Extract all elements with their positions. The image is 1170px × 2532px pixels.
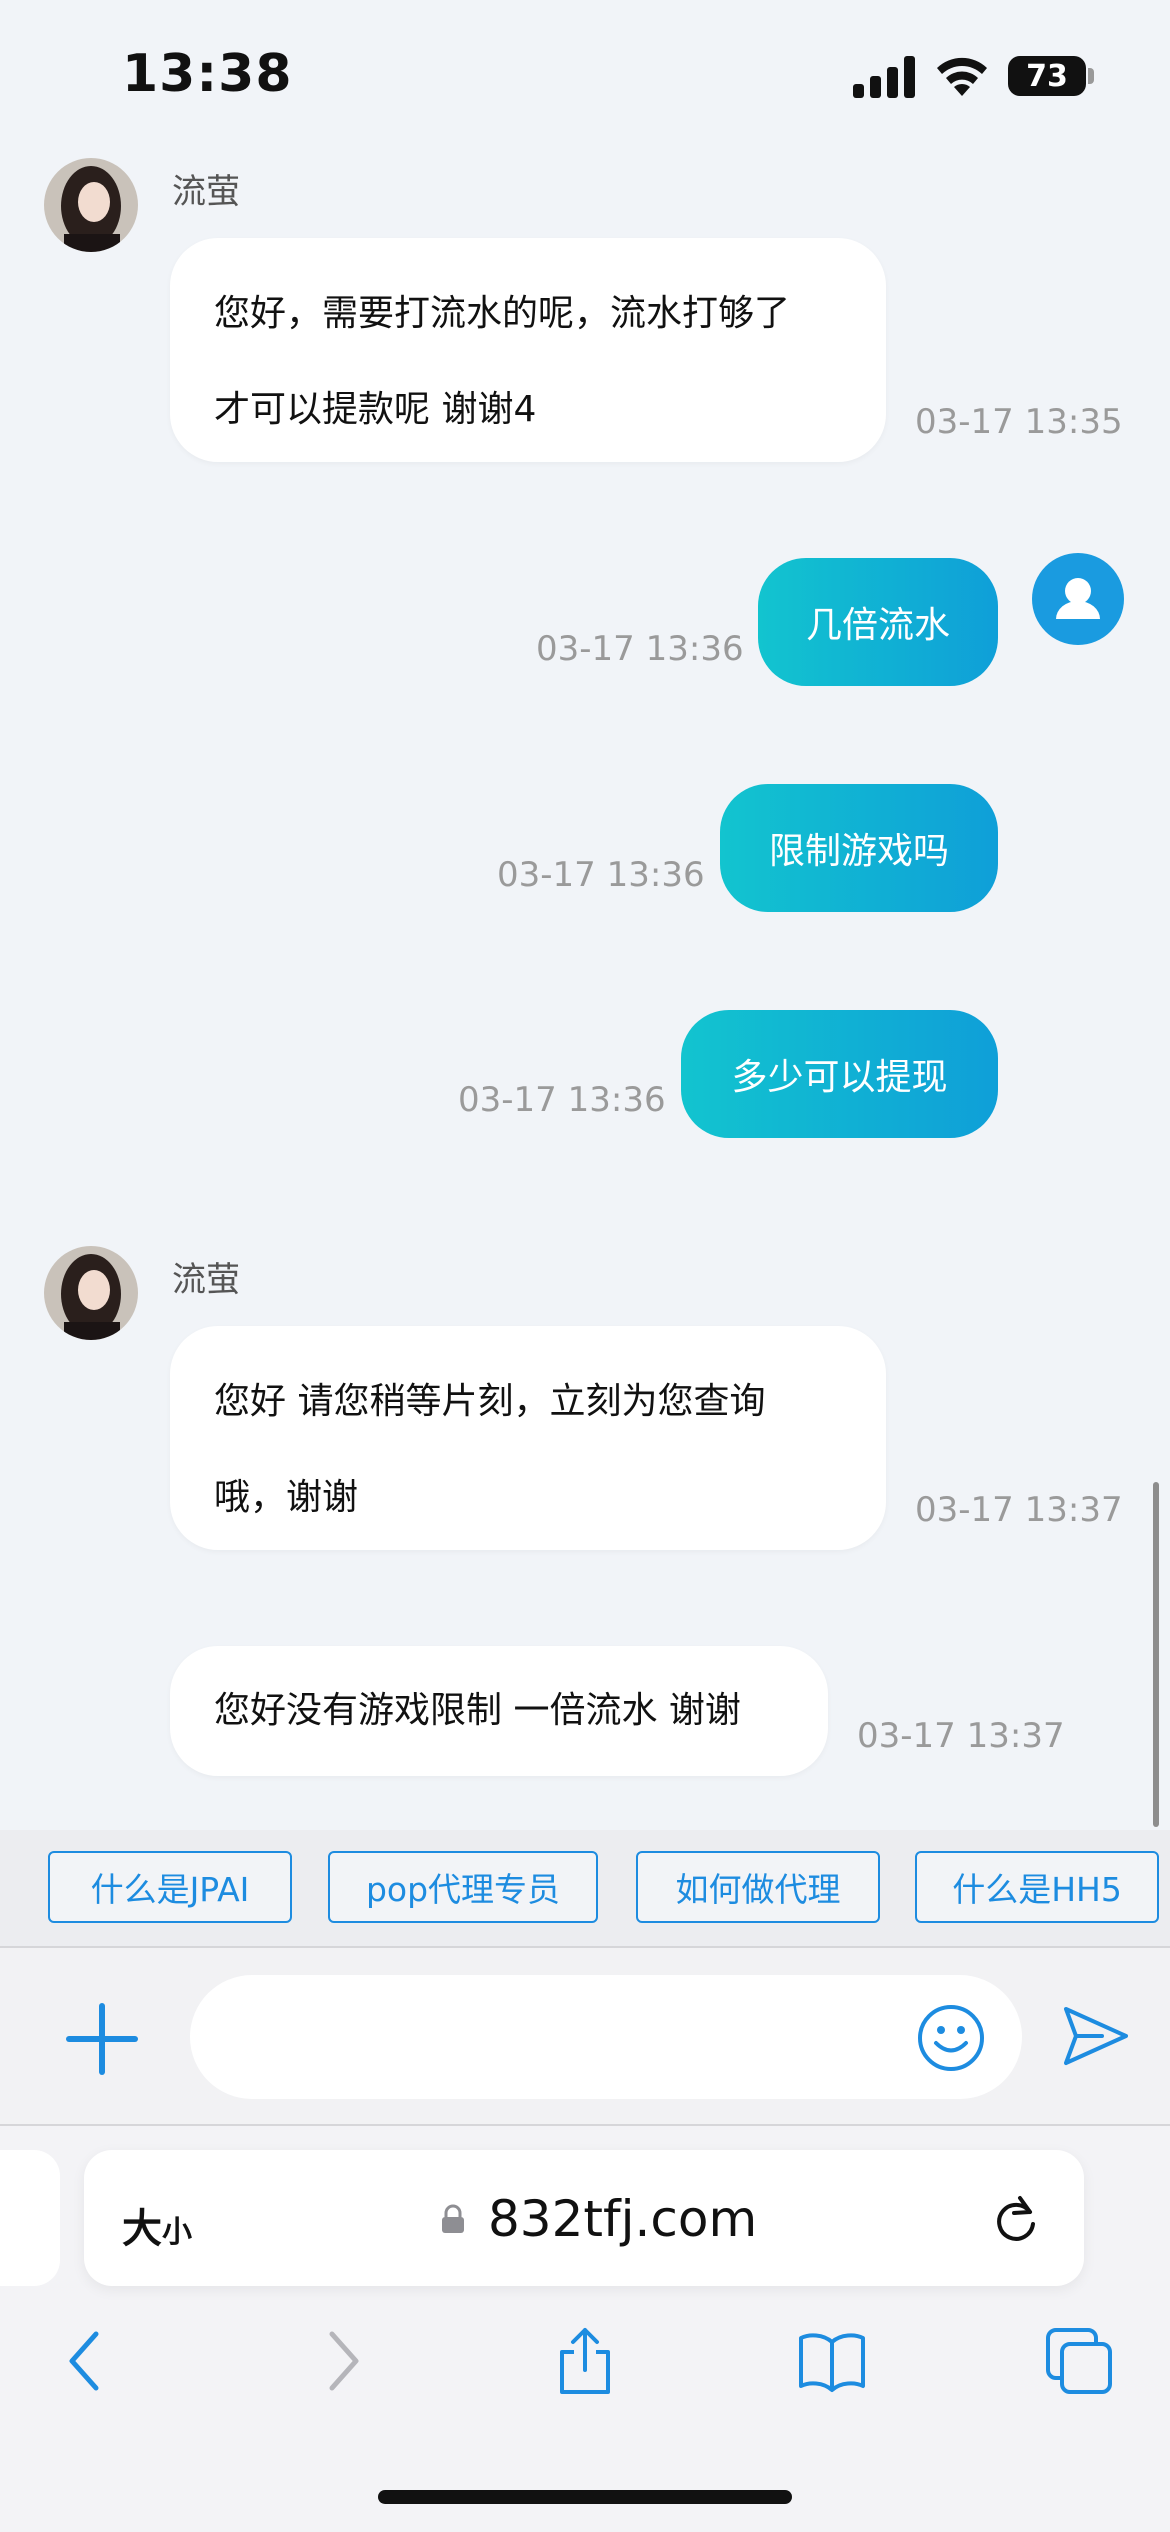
quick-reply-chip[interactable]: 什么是HH5 bbox=[915, 1851, 1159, 1923]
message-timestamp: 03-17 13:36 bbox=[536, 629, 744, 669]
quick-reply-chip[interactable]: 如何做代理 bbox=[636, 1851, 880, 1923]
message-bubble-user[interactable]: 多少可以提现 bbox=[681, 1010, 998, 1138]
cellular-signal-icon bbox=[853, 56, 915, 98]
message-bubble[interactable]: 您好，需要打流水的呢，流水打够了 才可以提款呢 谢谢4 bbox=[170, 238, 886, 462]
agent-name: 流萤 bbox=[172, 1260, 240, 1300]
status-time: 13:38 bbox=[122, 44, 293, 104]
message-timestamp: 03-17 13:35 bbox=[915, 402, 1123, 442]
agent-avatar[interactable] bbox=[44, 158, 138, 252]
agent-name: 流萤 bbox=[172, 172, 240, 212]
home-indicator[interactable] bbox=[378, 2490, 792, 2504]
message-text: 您好没有游戏限制 一倍流水 谢谢 bbox=[214, 1690, 741, 1731]
message-text: 您好，需要打流水的呢，流水打够了 bbox=[214, 293, 791, 334]
quick-reply-chip[interactable]: pop代理专员 bbox=[328, 1851, 598, 1923]
text-size-button[interactable]: 大小 bbox=[122, 2196, 192, 2254]
quick-reply-chip[interactable]: 什么是JPAI bbox=[48, 1851, 292, 1923]
message-timestamp: 03-17 13:36 bbox=[458, 1080, 666, 1120]
tabs-icon[interactable] bbox=[1044, 2326, 1114, 2396]
message-timestamp: 03-17 13:37 bbox=[857, 1716, 1065, 1756]
message-bubble[interactable]: 您好 请您稍等片刻，立刻为您查询 哦，谢谢 bbox=[170, 1326, 886, 1550]
text-size-small-label: 小 bbox=[162, 2215, 192, 2250]
scrollbar[interactable] bbox=[1153, 1482, 1159, 1827]
message-text: 才可以提款呢 谢谢4 bbox=[214, 389, 537, 430]
url-text[interactable]: 832tfj.com bbox=[488, 2190, 757, 2248]
forward-icon[interactable] bbox=[306, 2326, 376, 2396]
wifi-icon bbox=[937, 57, 987, 96]
add-attachment-icon[interactable] bbox=[66, 2003, 138, 2075]
emoji-icon[interactable] bbox=[916, 2003, 986, 2073]
back-icon[interactable] bbox=[52, 2326, 122, 2396]
message-bubble-user[interactable]: 几倍流水 bbox=[758, 558, 998, 686]
text-size-label: 大 bbox=[122, 2206, 162, 2252]
message-bubble-user[interactable]: 限制游戏吗 bbox=[720, 784, 998, 912]
lock-icon bbox=[442, 2204, 464, 2233]
status-bar: 13:38 73 bbox=[0, 0, 1170, 140]
battery-icon: 73 bbox=[1008, 56, 1086, 96]
battery-cap bbox=[1088, 68, 1094, 84]
message-input[interactable] bbox=[190, 1975, 1022, 2099]
message-timestamp: 03-17 13:37 bbox=[915, 1490, 1123, 1530]
send-icon[interactable] bbox=[1062, 2005, 1130, 2067]
bookmarks-icon[interactable] bbox=[797, 2326, 867, 2396]
user-avatar[interactable] bbox=[1032, 553, 1124, 645]
message-timestamp: 03-17 13:36 bbox=[497, 855, 705, 895]
agent-avatar[interactable] bbox=[44, 1246, 138, 1340]
reload-icon[interactable] bbox=[990, 2192, 1042, 2246]
message-text: 哦，谢谢 bbox=[214, 1477, 359, 1518]
previous-tab-preview[interactable] bbox=[0, 2150, 60, 2286]
message-bubble[interactable]: 您好没有游戏限制 一倍流水 谢谢 bbox=[170, 1646, 828, 1776]
share-icon[interactable] bbox=[550, 2326, 620, 2396]
user-icon bbox=[1056, 578, 1100, 619]
message-text: 您好 请您稍等片刻，立刻为您查询 bbox=[214, 1381, 766, 1422]
